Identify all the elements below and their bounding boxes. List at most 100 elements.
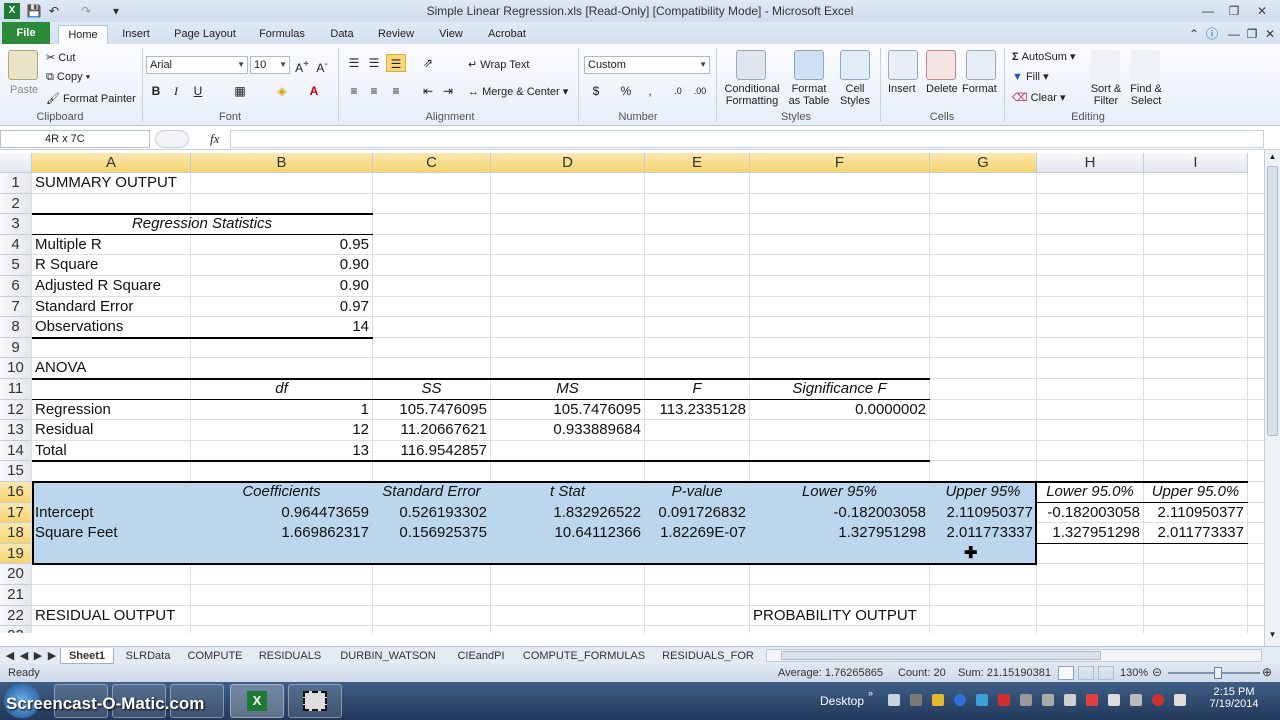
- tab-data[interactable]: Data: [322, 25, 362, 44]
- workbook-restore-icon[interactable]: ❐: [1244, 26, 1260, 42]
- cell-h17[interactable]: -0.182003058: [1040, 503, 1140, 524]
- desktop-toolbar[interactable]: Desktop: [820, 694, 864, 708]
- tab-formulas[interactable]: Formulas: [252, 25, 312, 44]
- cell-h16[interactable]: Lower 95.0%: [1040, 482, 1140, 503]
- row-header[interactable]: 4: [0, 234, 32, 256]
- cell-a22[interactable]: RESIDUAL OUTPUT: [35, 606, 187, 627]
- sheet-tab-residuals-formulas[interactable]: RESIDUALS_FOR: [654, 648, 762, 664]
- sheet-tab-sheet1[interactable]: Sheet1: [60, 648, 114, 664]
- restore-button[interactable]: ❐: [1222, 2, 1246, 20]
- cell-c11[interactable]: SS: [376, 379, 487, 400]
- horizontal-scrollbar[interactable]: [766, 649, 1262, 662]
- percent-icon[interactable]: %: [616, 82, 636, 100]
- tray-app-icon[interactable]: [910, 694, 922, 706]
- workbook-close-icon[interactable]: ✕: [1262, 26, 1278, 42]
- tray-bluetooth-icon[interactable]: [954, 694, 966, 706]
- zoom-slider-thumb[interactable]: [1214, 667, 1222, 679]
- binoculars-icon[interactable]: [1130, 50, 1160, 80]
- sort-filter-icon[interactable]: [1090, 50, 1120, 80]
- cell-b16[interactable]: Coefficients: [194, 482, 369, 503]
- tab-view[interactable]: View: [430, 25, 472, 44]
- spreadsheet-grid[interactable]: A B C D E F G H I 1 2 3 4 5 6 7 8 9 10 11 12 13 14 15 1…: [0, 153, 1264, 633]
- row-header[interactable]: 1: [0, 173, 32, 194]
- page-break-view-icon[interactable]: [1098, 666, 1114, 680]
- last-sheet-icon[interactable]: ▶: [46, 648, 58, 664]
- cell-b7[interactable]: 0.97: [194, 297, 369, 318]
- tray-network-icon[interactable]: [1064, 694, 1076, 706]
- number-format-select[interactable]: Custom ▼: [584, 56, 710, 74]
- increase-decimal-icon[interactable]: .0: [668, 82, 688, 100]
- taskbar-clock[interactable]: 2:15 PM 7/19/2014: [1206, 686, 1262, 710]
- row-header[interactable]: 14: [0, 440, 32, 462]
- fill-color-icon[interactable]: ◈: [272, 82, 292, 100]
- tray-stop-icon[interactable]: [1152, 694, 1164, 706]
- cell-e18[interactable]: 1.82269E-07: [648, 523, 746, 544]
- horizontal-scroll-thumb[interactable]: [781, 651, 1101, 660]
- borders-icon[interactable]: ▦: [230, 82, 250, 100]
- conditional-formatting-button[interactable]: Conditional Formatting: [722, 83, 782, 107]
- row-header[interactable]: 21: [0, 585, 32, 606]
- tray-volume-icon[interactable]: [1174, 694, 1186, 706]
- align-bottom-icon[interactable]: ☰: [386, 54, 406, 72]
- conditional-formatting-icon[interactable]: [736, 50, 766, 80]
- cell-a14[interactable]: Total: [35, 441, 187, 462]
- row-header[interactable]: 11: [0, 379, 32, 400]
- tray-acrobat-icon[interactable]: [998, 694, 1010, 706]
- normal-view-icon[interactable]: [1058, 666, 1074, 680]
- cell-b5[interactable]: 0.90: [194, 255, 369, 276]
- cell-c13[interactable]: 11.20667621: [376, 420, 487, 441]
- row-header[interactable]: 12: [0, 399, 32, 421]
- tab-acrobat[interactable]: Acrobat: [480, 25, 534, 44]
- fill-button[interactable]: ▼ Fill ▾: [1012, 70, 1049, 83]
- cell-i16[interactable]: Upper 95.0%: [1147, 482, 1244, 503]
- column-header-h[interactable]: H: [1037, 153, 1144, 173]
- cell-e11[interactable]: F: [648, 379, 746, 400]
- bold-button[interactable]: B: [146, 82, 166, 100]
- wrap-text-button[interactable]: ↵ Wrap Text: [468, 58, 529, 71]
- scroll-thumb[interactable]: [1267, 166, 1278, 436]
- cell-f22[interactable]: PROBABILITY OUTPUT: [753, 606, 926, 627]
- cell-a7[interactable]: Standard Error: [35, 297, 187, 318]
- name-box[interactable]: 4R x 7C: [0, 130, 150, 148]
- column-header-g[interactable]: G: [930, 153, 1037, 173]
- row-header[interactable]: 19: [0, 543, 32, 565]
- format-cells-icon[interactable]: [966, 50, 996, 80]
- row-header[interactable]: 15: [0, 461, 32, 482]
- format-as-table-button[interactable]: Format as Table: [784, 83, 834, 107]
- minimize-button[interactable]: —: [1196, 2, 1220, 20]
- tray-flag-icon[interactable]: [1108, 694, 1120, 706]
- align-center-icon[interactable]: ≡: [364, 82, 384, 100]
- zoom-in-icon[interactable]: ⊕: [1262, 665, 1272, 679]
- cell-d12[interactable]: 105.7476095: [494, 400, 641, 421]
- cell-d11[interactable]: MS: [494, 379, 641, 400]
- cell-c17[interactable]: 0.526193302: [376, 503, 487, 524]
- row-header[interactable]: 13: [0, 420, 32, 441]
- clear-button[interactable]: ⌫ Clear ▾: [1012, 91, 1066, 104]
- workbook-minimize-icon[interactable]: —: [1226, 26, 1242, 42]
- close-button[interactable]: ✕: [1250, 2, 1274, 20]
- align-left-icon[interactable]: ≡: [344, 82, 364, 100]
- sheet-tab-durbin-watson[interactable]: DURBIN_WATSON: [334, 648, 442, 664]
- sheet-tab-cieandpi[interactable]: CIEandPI: [448, 648, 514, 664]
- decrease-font-icon[interactable]: A-: [312, 56, 332, 75]
- cell-f12[interactable]: 0.0000002: [753, 400, 926, 421]
- cell-d13[interactable]: 0.933889684: [494, 420, 641, 441]
- tray-antivirus-icon[interactable]: [1086, 694, 1098, 706]
- cell-c16[interactable]: Standard Error: [376, 482, 487, 503]
- merge-center-button[interactable]: ↔ Merge & Center ▾: [468, 85, 568, 98]
- format-cells-button[interactable]: Format: [962, 83, 997, 95]
- cell-f17[interactable]: -0.182003058: [753, 503, 926, 524]
- column-header-c[interactable]: C: [373, 153, 491, 173]
- cell-e17[interactable]: 0.091726832: [648, 503, 746, 524]
- prev-sheet-icon[interactable]: ◀: [18, 648, 30, 664]
- row-header[interactable]: 9: [0, 337, 32, 359]
- cell-e16[interactable]: P-value: [648, 482, 746, 503]
- scroll-up-icon[interactable]: ▲: [1267, 152, 1278, 164]
- cell-a3[interactable]: Regression Statistics: [35, 214, 369, 235]
- cell-b8[interactable]: 14: [194, 317, 369, 338]
- scroll-down-icon[interactable]: ▼: [1267, 630, 1278, 642]
- cell-b14[interactable]: 13: [194, 441, 369, 462]
- align-top-icon[interactable]: ☰: [344, 54, 364, 72]
- cell-a17[interactable]: Intercept: [35, 503, 187, 524]
- row-header[interactable]: 6: [0, 276, 32, 297]
